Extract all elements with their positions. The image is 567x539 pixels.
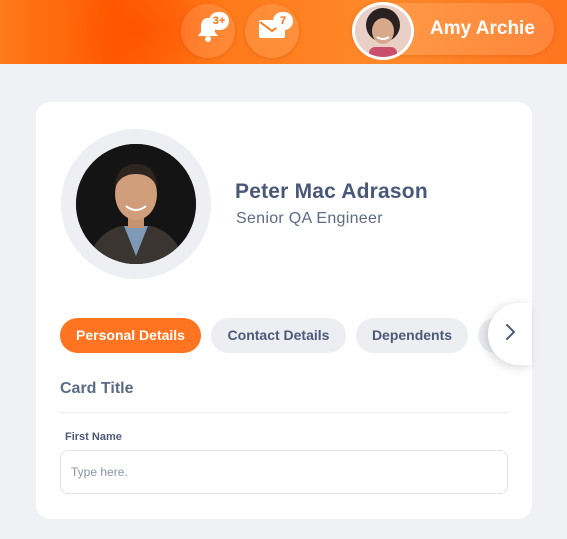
card-title: Card Title [60, 380, 134, 397]
tab-contact-details[interactable]: Contact Details [211, 318, 346, 353]
messages-button[interactable]: 7 [245, 4, 299, 58]
divider [60, 412, 508, 413]
profile-job-title: Senior QA Engineer [236, 210, 383, 227]
profile-photo [76, 144, 196, 264]
first-name-label: First Name [65, 431, 122, 443]
avatar [352, 2, 414, 60]
tab-personal-details[interactable]: Personal Details [60, 318, 201, 353]
notifications-count-badge: 3+ [209, 12, 229, 30]
chevron-right-icon [504, 323, 516, 346]
user-name: Amy Archie [430, 18, 535, 39]
messages-count-badge: 7 [273, 12, 293, 30]
top-bar: 3+ 7 Amy Archie [0, 0, 567, 64]
first-name-field[interactable] [60, 450, 508, 494]
profile-name: Peter Mac Adrason [235, 180, 428, 203]
user-menu[interactable]: Amy Archie [352, 2, 554, 60]
tab-dependents[interactable]: Dependents [356, 318, 468, 353]
profile-avatar-frame [61, 129, 211, 279]
profile-card: Peter Mac Adrason Senior QA Engineer Per… [36, 102, 532, 519]
notifications-button[interactable]: 3+ [181, 4, 235, 58]
tabs-scroll-right-button[interactable] [488, 303, 532, 365]
